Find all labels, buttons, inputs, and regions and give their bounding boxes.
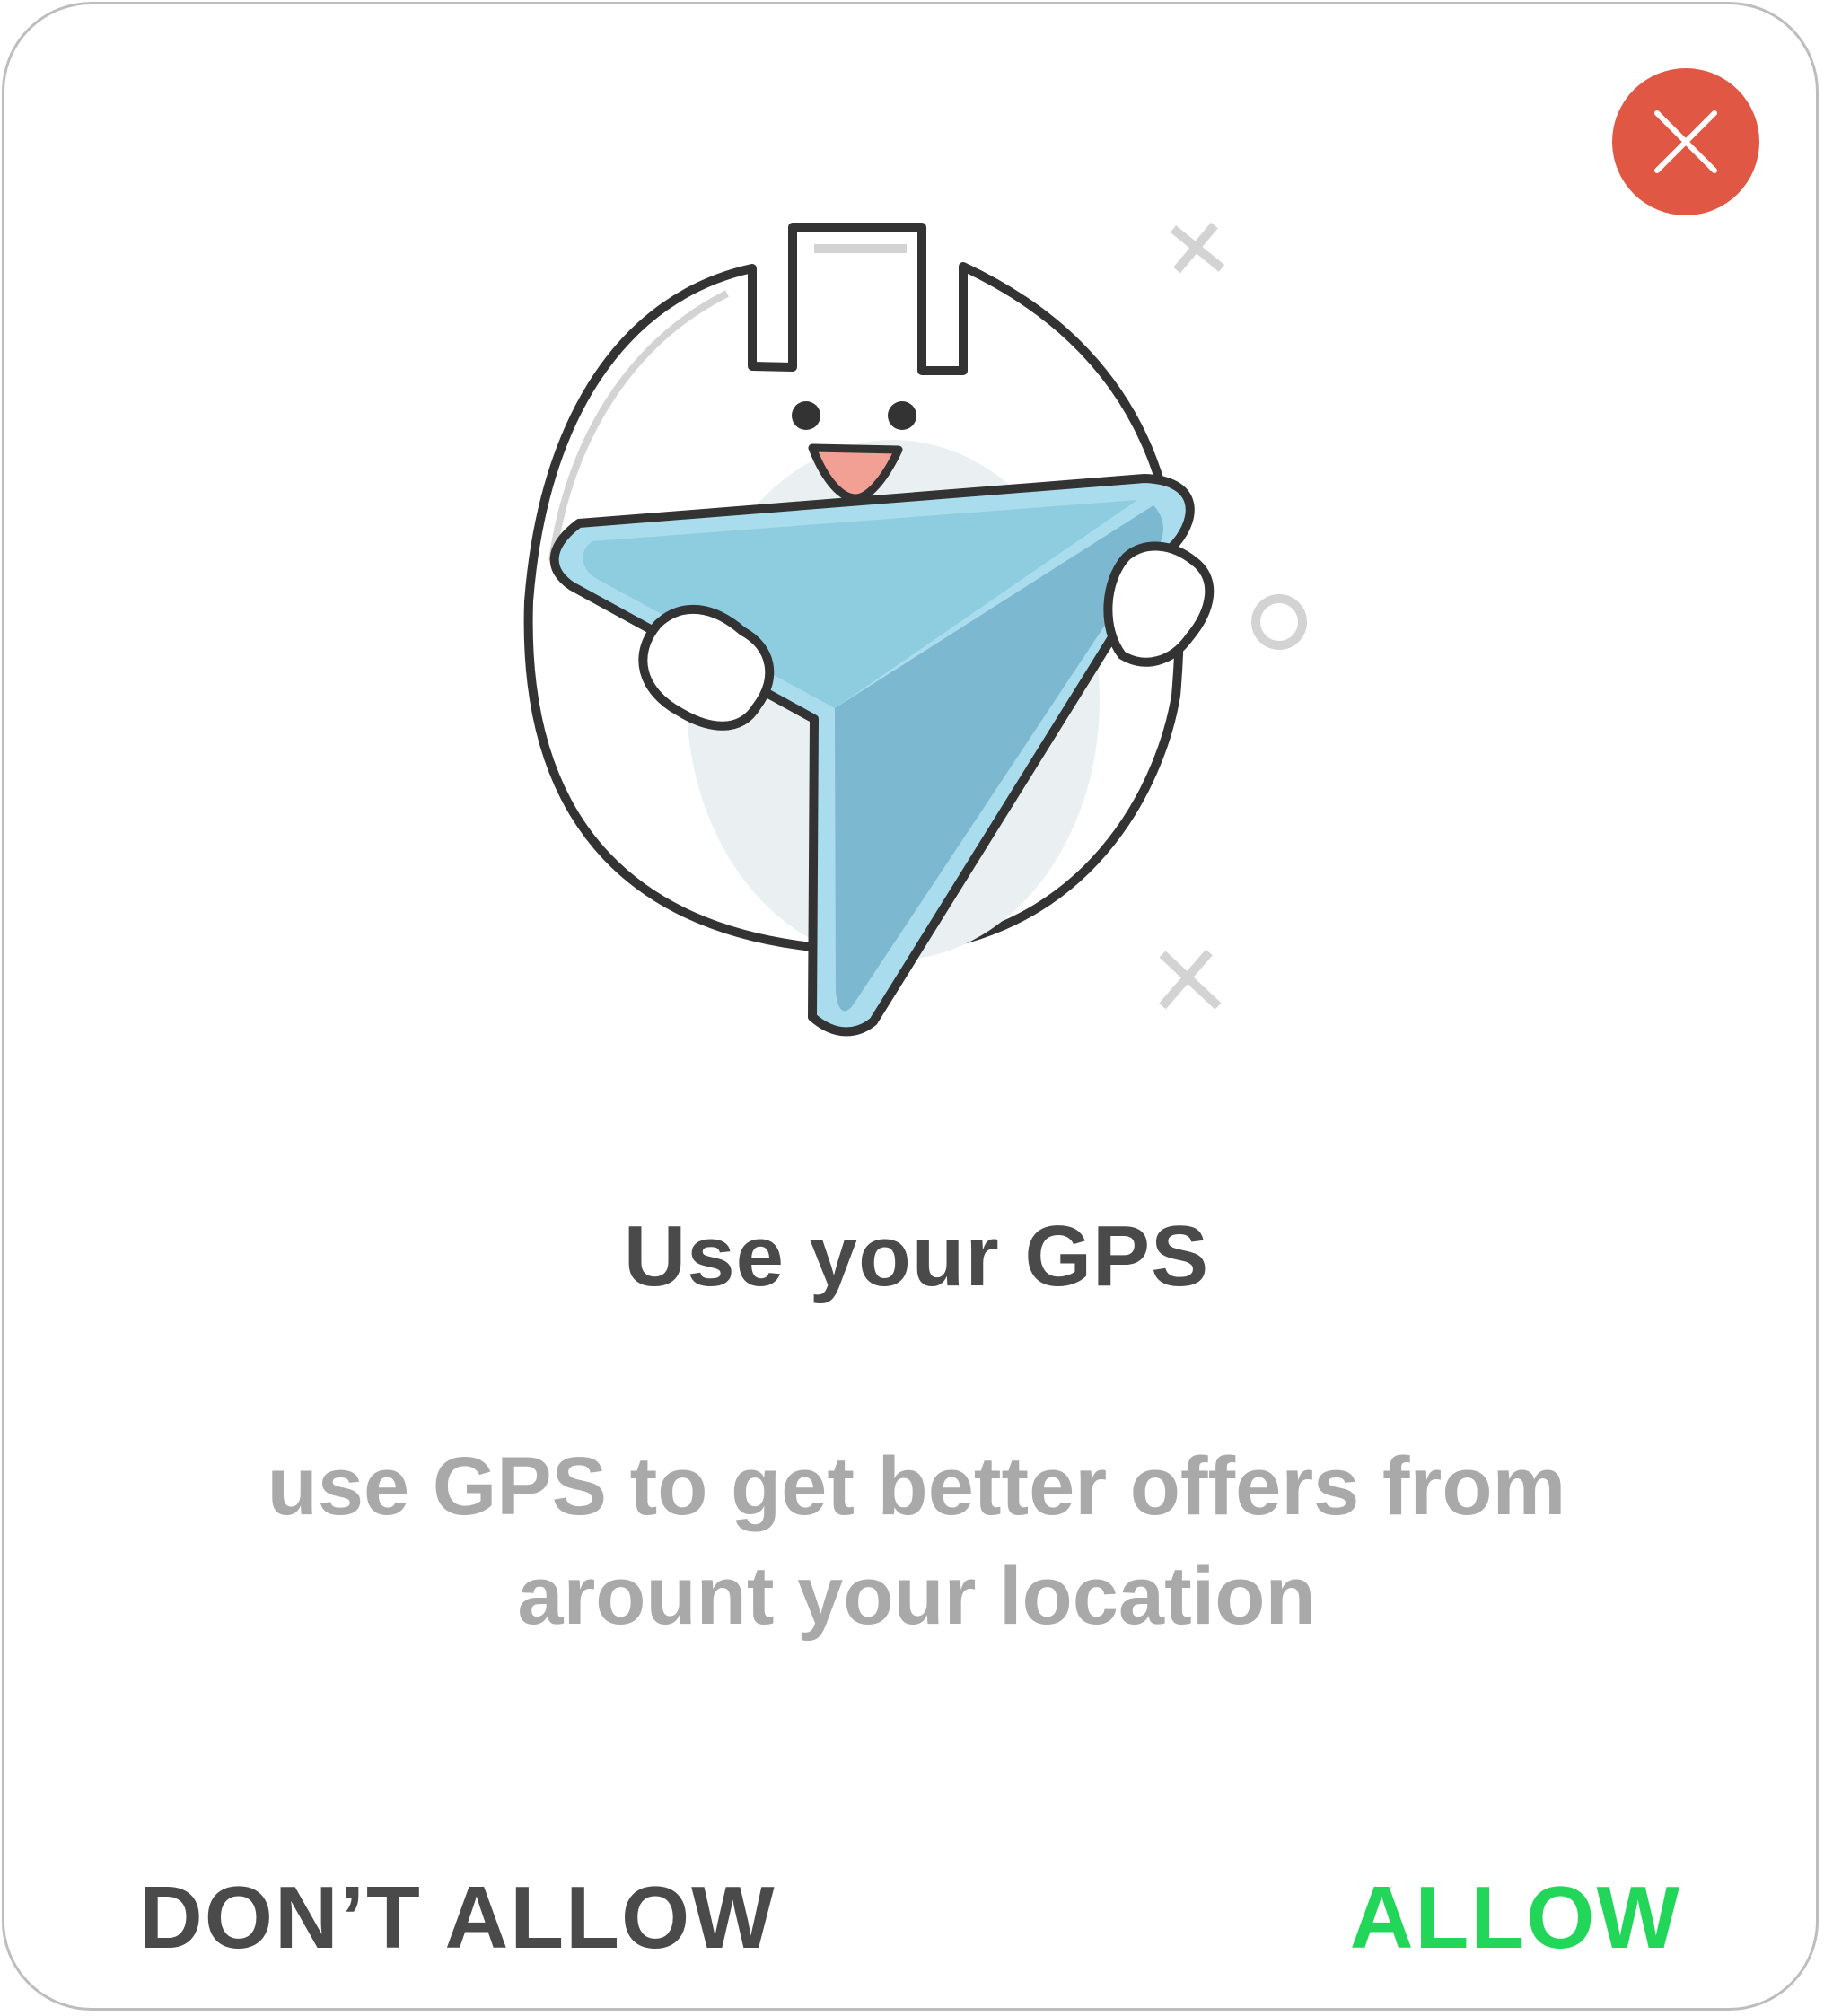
dialog-title: Use your GPS [623,1208,1210,1304]
dont-allow-button[interactable]: DON’T ALLOW [139,1867,776,1968]
right-eye [888,401,916,430]
close-icon [1612,68,1759,215]
right-hand [1103,541,1215,667]
left-eye [792,401,820,430]
dialog-message: use GPS to get better offers from arount… [267,1441,1566,1642]
sparkle-x-top-icon [1170,222,1225,274]
gps-mascot-illustration [523,222,1307,1037]
sparkle-circle-icon [1251,594,1307,650]
close-button[interactable] [1612,68,1759,215]
gps-permission-dialog: Use your GPS use GPS to get better offer… [2,2,1819,2011]
allow-button[interactable]: ALLOW [1350,1867,1681,1968]
sparkle-x-bottom-icon [1159,949,1222,1010]
